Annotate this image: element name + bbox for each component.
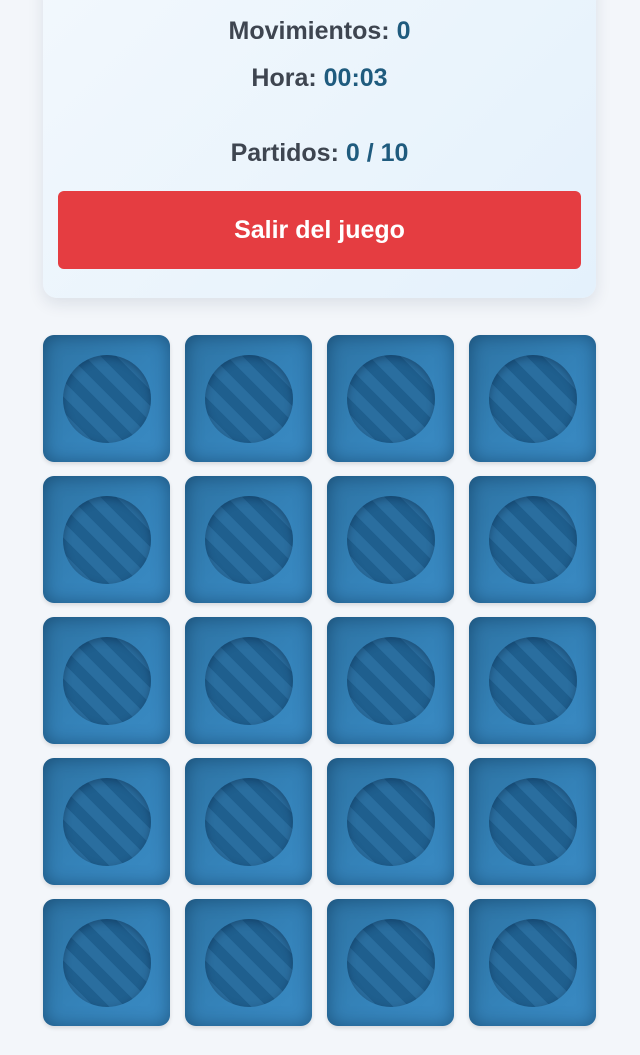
striped-circle-icon	[346, 354, 435, 443]
memory-card[interactable]	[43, 335, 170, 462]
memory-card[interactable]	[185, 335, 312, 462]
time-label: Hora:	[251, 64, 317, 92]
exit-game-button[interactable]: Salir del juego	[58, 191, 581, 269]
memory-card[interactable]	[327, 476, 454, 603]
striped-circle-icon	[346, 495, 435, 584]
memory-card[interactable]	[469, 899, 596, 1026]
striped-circle-icon	[62, 777, 151, 866]
striped-circle-icon	[62, 495, 151, 584]
memory-card[interactable]	[43, 617, 170, 744]
striped-circle-icon	[488, 918, 577, 1007]
memory-card[interactable]	[469, 758, 596, 885]
striped-circle-icon	[488, 495, 577, 584]
memory-card[interactable]	[43, 899, 170, 1026]
memory-card[interactable]	[469, 335, 596, 462]
memory-card[interactable]	[327, 899, 454, 1026]
moves-stat: Movimientos: 0	[43, 16, 596, 46]
striped-circle-icon	[204, 636, 293, 725]
time-stat: Hora: 00:03	[43, 63, 596, 93]
striped-circle-icon	[346, 636, 435, 725]
memory-card[interactable]	[185, 758, 312, 885]
striped-circle-icon	[346, 918, 435, 1007]
striped-circle-icon	[62, 636, 151, 725]
time-value: 00:03	[323, 64, 388, 92]
matches-stat: Partidos: 0 / 10	[43, 138, 596, 168]
memory-card[interactable]	[327, 617, 454, 744]
striped-circle-icon	[204, 495, 293, 584]
striped-circle-icon	[346, 777, 435, 866]
striped-circle-icon	[204, 918, 293, 1007]
matches-label: Partidos:	[230, 139, 339, 167]
memory-card[interactable]	[327, 758, 454, 885]
striped-circle-icon	[62, 354, 151, 443]
memory-card[interactable]	[185, 899, 312, 1026]
memory-card[interactable]	[43, 758, 170, 885]
memory-card-board	[43, 335, 596, 1026]
striped-circle-icon	[204, 354, 293, 443]
matches-value: 0 / 10	[345, 139, 409, 167]
striped-circle-icon	[488, 636, 577, 725]
memory-card[interactable]	[185, 476, 312, 603]
memory-card[interactable]	[469, 476, 596, 603]
memory-card[interactable]	[43, 476, 170, 603]
moves-label: Movimientos:	[228, 17, 390, 45]
moves-value: 0	[396, 17, 411, 45]
striped-circle-icon	[488, 354, 577, 443]
memory-card[interactable]	[185, 617, 312, 744]
game-stats-panel: Movimientos: 0 Hora: 00:03 Partidos: 0 /…	[43, 0, 596, 298]
striped-circle-icon	[488, 777, 577, 866]
memory-card[interactable]	[327, 335, 454, 462]
striped-circle-icon	[62, 918, 151, 1007]
memory-card[interactable]	[469, 617, 596, 744]
striped-circle-icon	[204, 777, 293, 866]
